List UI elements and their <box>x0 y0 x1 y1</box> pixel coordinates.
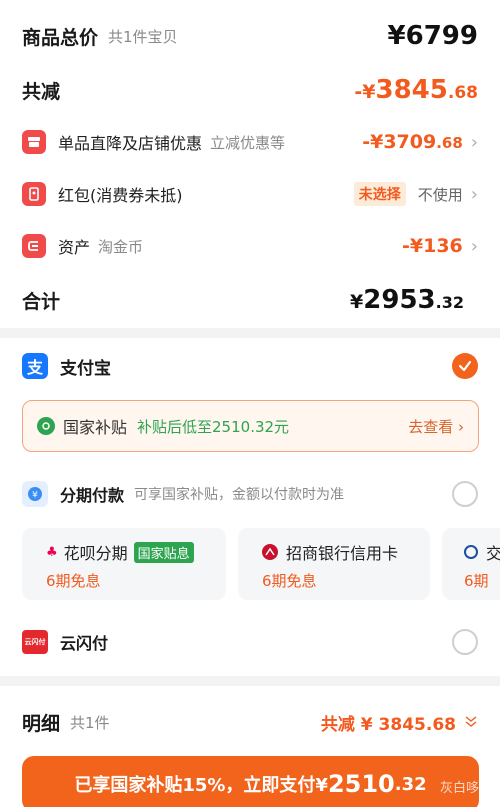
unionpay-label: 云闪付 <box>60 634 109 653</box>
section-divider <box>0 328 500 338</box>
watermark: 灰白哆 <box>440 781 480 796</box>
red-packet-icon <box>22 182 46 206</box>
reduce-label: 共减 <box>22 80 61 103</box>
subsidy-text: 补贴后低至2510.32元 <box>137 417 290 436</box>
installment-card-cmb[interactable]: 招商银行信用卡 6期免息 <box>238 528 430 600</box>
cmb-icon <box>262 544 278 560</box>
total-label: 商品总价 <box>22 26 99 49</box>
huabei-icon: ♣ <box>46 544 58 560</box>
installment-card-bocom[interactable]: 交 6期 <box>442 528 500 600</box>
alipay-radio[interactable] <box>452 353 478 379</box>
unionpay-radio[interactable] <box>452 629 478 655</box>
payment-unionpay[interactable]: 云闪付 云闪付 <box>0 622 500 662</box>
subsidy-label: 国家补贴 <box>63 418 128 437</box>
discount-item-assets[interactable]: 资产 淘金币 -¥136 › <box>0 228 500 264</box>
payment-alipay[interactable]: 支 支付宝 <box>0 346 500 386</box>
payment-installment[interactable]: ¥ 分期付款 可享国家补贴，金额以付款时为准 <box>0 474 500 514</box>
coin-icon <box>22 234 46 258</box>
assets-sub: 淘金币 <box>98 237 144 256</box>
installment-icon: ¥ <box>22 481 48 507</box>
card-note: 6期免息 <box>262 572 317 590</box>
chevron-right-icon: › <box>470 183 478 205</box>
unionpay-icon: 云闪付 <box>22 630 48 654</box>
discount-label: 单品直降及店铺优惠 <box>58 134 203 153</box>
discount-item-redpacket[interactable]: 红包(消费券未抵) 未选择 不使用 › <box>0 176 500 212</box>
reduce-amount: -¥3845.68 <box>354 75 478 105</box>
subtotal-row: 合计 ¥2953.32 <box>0 280 500 320</box>
installment-label: 分期付款 <box>60 486 125 505</box>
card-tag: 国家贴息 <box>133 541 194 563</box>
installment-card-huabei[interactable]: ♣ 花呗分期 国家贴息 6期免息 <box>22 528 226 600</box>
subsidy-banner[interactable]: 国家补贴 补贴后低至2510.32元 去查看 › <box>22 400 479 452</box>
card-name: 花呗分期 <box>63 544 128 563</box>
section-divider <box>0 676 500 686</box>
chevron-right-icon: › <box>470 131 478 153</box>
discount-item-store[interactable]: 单品直降及店铺优惠 立减优惠等 -¥3709.68 › <box>0 124 500 160</box>
chevron-down-icon <box>464 713 478 732</box>
total-row: 商品总价 共1件宝贝 ¥6799 <box>0 16 500 56</box>
reduce-row: 共减 -¥3845.68 <box>0 70 500 110</box>
card-name: 招商银行信用卡 <box>286 544 399 563</box>
detail-row[interactable]: 明细 共1件 共减 ¥ 3845.68 <box>0 702 500 742</box>
card-note: 6期 <box>464 572 489 590</box>
redpacket-value: 不使用 <box>417 185 463 204</box>
installment-radio[interactable] <box>452 481 478 507</box>
detail-reduce: 共减 ¥ 3845.68 <box>320 714 456 735</box>
card-note: 6期免息 <box>46 572 101 590</box>
svg-text:¥: ¥ <box>32 491 38 501</box>
detail-label: 明细 <box>22 712 61 735</box>
subtotal-amount: ¥2953.32 <box>350 285 464 315</box>
pay-button[interactable]: 已享国家补贴15%，立即支付¥ 2510.32 <box>22 756 479 807</box>
discount-sub: 立减优惠等 <box>210 133 286 152</box>
redpacket-label: 红包(消费券未抵) <box>58 186 183 205</box>
subtotal-label: 合计 <box>22 290 61 313</box>
card-name: 交 <box>486 544 500 563</box>
alipay-icon: 支 <box>22 353 48 379</box>
total-count: 共1件宝贝 <box>108 27 178 46</box>
chevron-right-icon: › <box>470 235 478 257</box>
unselected-badge: 未选择 <box>353 182 406 206</box>
alipay-label: 支付宝 <box>60 358 111 379</box>
discount-amount: -¥3709.68 <box>362 131 463 153</box>
store-icon <box>22 130 46 154</box>
bocom-icon <box>464 545 478 559</box>
detail-count: 共1件 <box>70 713 110 732</box>
assets-amount: -¥136 <box>402 235 463 257</box>
subsidy-link[interactable]: 去查看 › <box>408 416 464 437</box>
assets-label: 资产 <box>58 238 91 257</box>
subsidy-icon <box>37 417 55 435</box>
installment-sub: 可享国家补贴，金额以付款时为准 <box>134 487 345 503</box>
total-price: ¥6799 <box>387 21 478 51</box>
